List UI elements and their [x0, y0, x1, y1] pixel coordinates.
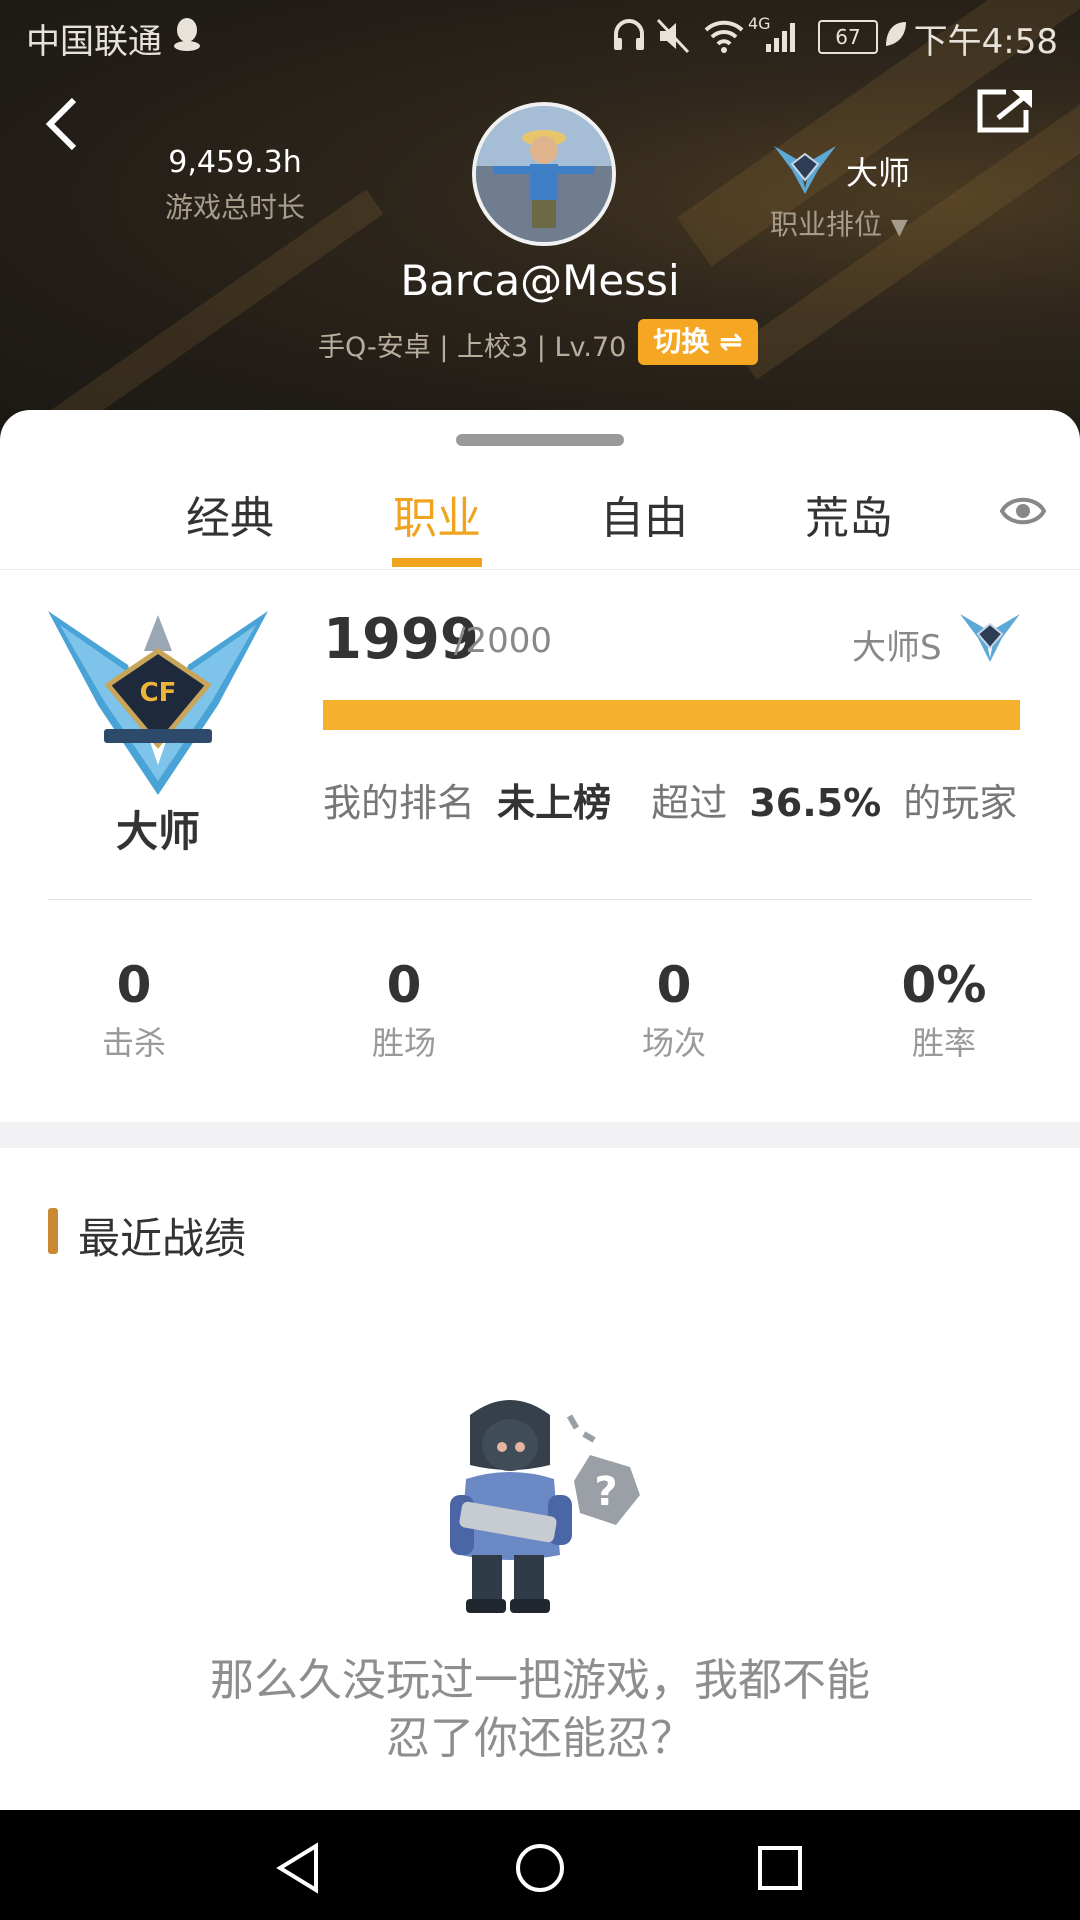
tab-classic[interactable]: 经典 [186, 482, 274, 546]
caret-down-icon: ▼ [890, 215, 908, 240]
triangle-back-icon [276, 1842, 318, 1894]
switch-account-button[interactable]: 切换 ⇌ [638, 319, 758, 365]
recent-record-title: 最近战绩 [78, 1214, 247, 1263]
tab-pro[interactable]: 职业 [393, 482, 481, 546]
wifi-icon [704, 20, 744, 53]
headset-icon [614, 19, 644, 50]
player-info: 手Q-安卓 | 上校3 | Lv.70 [318, 332, 627, 363]
stat-label: 场次 [641, 1024, 706, 1062]
tab-active-indicator [392, 558, 482, 567]
empty-line-1: 那么久没玩过一把游戏，我都不能 [210, 1655, 870, 1706]
tier-emblem-icon [958, 610, 1022, 664]
carrier-label: 中国联通 [26, 22, 162, 62]
score-progress-fill [323, 700, 1020, 730]
stat-value: 0 [656, 956, 692, 1014]
exceed-prefix: 超过 [651, 781, 728, 825]
section-marker [48, 1208, 58, 1254]
visibility-toggle[interactable] [999, 492, 1047, 530]
tab-island[interactable]: 荒岛 [805, 482, 893, 546]
stat-winrate: 0% 胜率 [844, 956, 1044, 1064]
svg-text:?: ? [594, 1469, 617, 1515]
svg-text:CF: CF [140, 678, 177, 708]
master-emblem-icon: CF [48, 605, 268, 795]
stat-kills: 0 击杀 [34, 956, 234, 1064]
nav-recents-button[interactable] [756, 1844, 804, 1896]
leaf-icon [882, 18, 908, 59]
stat-label: 胜场 [371, 1024, 436, 1062]
avatar[interactable] [472, 102, 616, 246]
emblem-label: 大师 [115, 807, 200, 856]
stat-value: 0% [901, 956, 987, 1014]
exceed-suffix: 的玩家 [903, 781, 1018, 825]
rank-name: 大师 [846, 154, 911, 192]
qq-icon [172, 16, 202, 52]
signal-icon [766, 23, 795, 52]
battery-icon: 67 [818, 20, 878, 54]
rank-emblem-icon [772, 140, 838, 196]
score-max: /2000 [454, 621, 552, 661]
stat-value: 0 [386, 956, 422, 1014]
divider [48, 899, 1032, 900]
back-button[interactable] [44, 96, 84, 151]
playtime-label: 游戏总时长 [164, 191, 305, 224]
playtime-value: 9,459.3h [168, 145, 302, 180]
rank-value: 未上榜 [497, 781, 612, 825]
share-button[interactable] [976, 88, 1034, 134]
empty-state-soldier-icon: ? [430, 1385, 670, 1625]
username: Barca@Messi [400, 256, 680, 305]
tab-separator [0, 569, 1080, 570]
status-time: 下午4:58 [913, 22, 1058, 62]
stat-value: 0 [116, 956, 152, 1014]
rank-summary: 我的排名 未上榜 超过 36.5% 的玩家 [323, 772, 1017, 827]
square-recents-icon [758, 1846, 802, 1890]
mute-icon [656, 18, 690, 54]
section-gap [0, 1122, 1080, 1148]
empty-line-2: 忍了你还能忍？ [386, 1713, 694, 1764]
chevron-left-icon [45, 97, 77, 151]
rank-type-label: 职业排位 [770, 208, 883, 241]
tier-label: 大师S [852, 628, 942, 668]
tab-free[interactable]: 自由 [600, 482, 688, 546]
stat-label: 胜率 [911, 1024, 976, 1062]
stat-matches: 0 场次 [574, 956, 774, 1064]
stat-wins: 0 胜场 [304, 956, 504, 1064]
share-icon [977, 89, 1032, 133]
system-nav-bar [0, 1810, 1080, 1920]
drag-handle[interactable] [456, 434, 624, 446]
empty-state-message: 那么久没玩过一把游戏，我都不能 忍了你还能忍？ [140, 1652, 940, 1768]
rank-prefix: 我的排名 [323, 781, 476, 825]
status-bar: 中国联通 4G 67 下午4:58 [0, 0, 1080, 72]
stat-label: 击杀 [101, 1024, 166, 1062]
nav-back-button[interactable] [274, 1842, 322, 1898]
circle-home-icon [516, 1844, 564, 1892]
rank-type-dropdown[interactable]: 职业排位 ▼ [770, 203, 908, 243]
exceed-value: 36.5% [749, 781, 882, 825]
nav-home-button[interactable] [514, 1842, 566, 1898]
eye-icon [999, 497, 1047, 525]
